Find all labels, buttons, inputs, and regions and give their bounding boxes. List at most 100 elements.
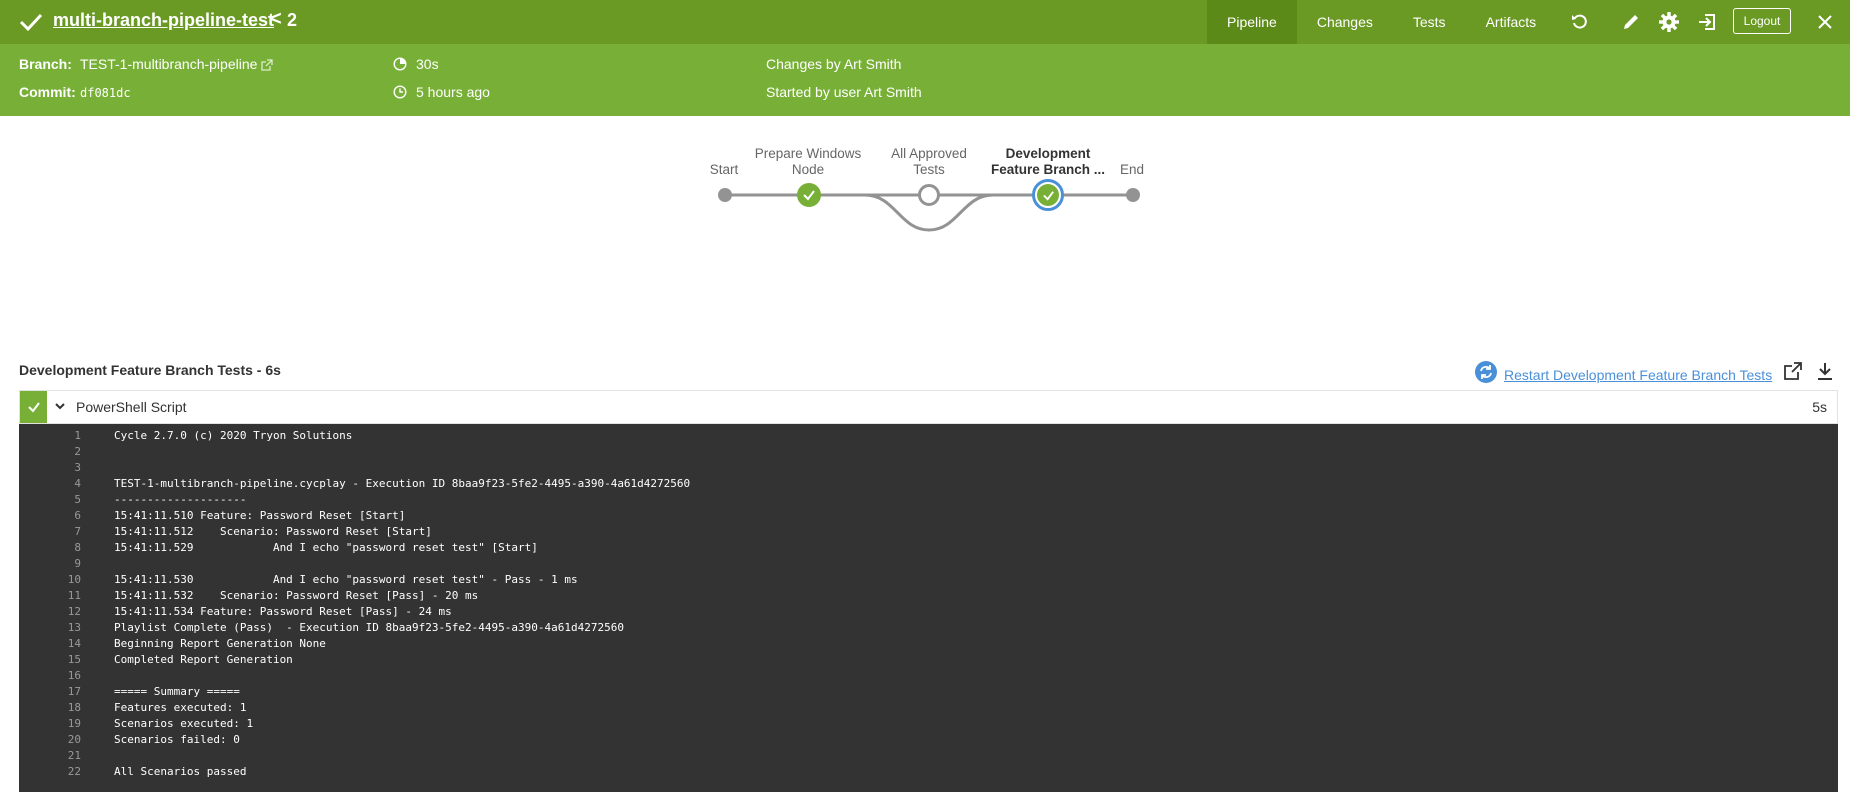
log-line: 7 15:41:11.512 Scenario: Password Reset […	[19, 524, 1838, 540]
log-line: 1 Cycle 2.7.0 (c) 2020 Tryon Solutions	[19, 428, 1838, 444]
commit-value: df081dc	[80, 86, 131, 100]
pipeline-title-link[interactable]: multi-branch-pipeline-test	[53, 10, 274, 31]
tab-pipeline[interactable]: Pipeline	[1207, 0, 1297, 44]
check-icon	[19, 13, 43, 32]
step-title: Development Feature Branch Tests - 6s	[19, 362, 281, 378]
external-link-icon[interactable]	[261, 58, 273, 74]
pipeline-graph: Start Prepare Windows Node All Approved …	[0, 116, 1850, 356]
clock-icon	[393, 85, 407, 102]
log-line-number[interactable]: 10	[19, 572, 81, 588]
run-number: 2	[287, 10, 298, 30]
chevron-down-icon[interactable]	[54, 399, 66, 418]
log-line-number[interactable]: 16	[19, 668, 81, 684]
log-line-number[interactable]: 1	[19, 428, 81, 444]
gear-icon[interactable]	[1656, 9, 1682, 35]
stage-node-start[interactable]	[718, 188, 732, 202]
log-line-number[interactable]: 7	[19, 524, 81, 540]
log-line-text	[81, 444, 114, 460]
close-icon[interactable]	[1812, 9, 1838, 35]
log-line: 12 15:41:11.534 Feature: Password Reset […	[19, 604, 1838, 620]
run-duration: 30s	[416, 56, 439, 72]
log-line: 14 Beginning Report Generation None	[19, 636, 1838, 652]
log-line-text	[81, 556, 114, 572]
log-line-number[interactable]: 13	[19, 620, 81, 636]
open-in-new-icon[interactable]	[1783, 361, 1803, 386]
header-tabs: Pipeline Changes Tests Artifacts	[1207, 0, 1556, 44]
log-line-number[interactable]: 17	[19, 684, 81, 700]
stage-node-development-feature-branch[interactable]	[1032, 179, 1064, 211]
log-line-text: Scenarios executed: 1	[114, 717, 254, 730]
log-line-text: 15:41:11.532 Scenario: Password Reset [P…	[114, 589, 479, 602]
log-line-number[interactable]: 4	[19, 476, 81, 492]
stage-label-development-feature-branch: Development Feature Branch ...	[990, 146, 1106, 177]
log-line-number[interactable]: 20	[19, 732, 81, 748]
log-line: 19 Scenarios executed: 1	[19, 716, 1838, 732]
log-line-number[interactable]: 14	[19, 636, 81, 652]
log-line-text: 15:41:11.512 Scenario: Password Reset [S…	[114, 525, 432, 538]
stage-node-end[interactable]	[1126, 188, 1140, 202]
replay-icon[interactable]	[1567, 9, 1593, 35]
commit-label: Commit:	[19, 84, 76, 100]
stage-node-all-approved-tests[interactable]	[918, 184, 940, 206]
log-line-number[interactable]: 3	[19, 460, 81, 476]
breadcrumb-separator: <	[270, 8, 282, 30]
success-check-icon	[20, 391, 47, 423]
changes-by: Changes by Art Smith	[766, 56, 902, 72]
log-line: 3	[19, 460, 1838, 476]
log-line-text: --------------------	[114, 493, 247, 506]
log-line-text: Cycle 2.7.0 (c) 2020 Tryon Solutions	[114, 429, 353, 442]
restart-stage-button[interactable]: Restart Development Feature Branch Tests	[1474, 360, 1772, 389]
download-icon[interactable]	[1816, 361, 1834, 386]
stage-label-end: End	[1119, 162, 1145, 177]
log-line-number[interactable]: 15	[19, 652, 81, 668]
log-line-number[interactable]: 12	[19, 604, 81, 620]
log-line: 5 --------------------	[19, 492, 1838, 508]
stage-label-all-approved-tests: All Approved Tests	[891, 146, 967, 177]
log-line: 11 15:41:11.532 Scenario: Password Reset …	[19, 588, 1838, 604]
log-line: 9	[19, 556, 1838, 572]
log-line-text	[81, 748, 114, 764]
log-line: 4 TEST-1-multibranch-pipeline.cycplay - E…	[19, 476, 1838, 492]
run-info-bar: Branch: TEST-1-multibranch-pipeline Comm…	[0, 44, 1850, 116]
log-line-number[interactable]: 6	[19, 508, 81, 524]
tab-changes[interactable]: Changes	[1297, 0, 1393, 44]
tab-tests[interactable]: Tests	[1393, 0, 1466, 44]
log-line: 22 All Scenarios passed	[19, 764, 1838, 780]
log-line: 16	[19, 668, 1838, 684]
log-line-text: Beginning Report Generation None	[114, 637, 326, 650]
restart-stage-link[interactable]: Restart Development Feature Branch Tests	[1504, 367, 1772, 383]
log-line-text	[81, 668, 114, 684]
log-line: 17 ===== Summary =====	[19, 684, 1838, 700]
log-line: 10 15:41:11.530 And I echo "password rese…	[19, 572, 1838, 588]
log-line-text: TEST-1-multibranch-pipeline.cycplay - Ex…	[114, 477, 691, 490]
log-line-number[interactable]: 21	[19, 748, 81, 764]
logout-button[interactable]: Logout	[1733, 8, 1791, 34]
log-line-text: 15:41:11.510 Feature: Password Reset [St…	[114, 509, 406, 522]
log-line-text: Features executed: 1	[114, 701, 247, 714]
log-line-number[interactable]: 22	[19, 764, 81, 780]
step-name: PowerShell Script	[76, 399, 187, 415]
log-line-number[interactable]: 8	[19, 540, 81, 556]
log-line: 13 Playlist Complete (Pass) - Execution I…	[19, 620, 1838, 636]
restart-icon	[1474, 360, 1498, 389]
log-line-text: 15:41:11.529 And I echo "password reset …	[114, 541, 538, 554]
exit-icon[interactable]	[1694, 9, 1720, 35]
tab-artifacts[interactable]: Artifacts	[1466, 0, 1557, 44]
log-line: 18 Features executed: 1	[19, 700, 1838, 716]
log-line-number[interactable]: 18	[19, 700, 81, 716]
log-line: 8 15:41:11.529 And I echo "password reset…	[19, 540, 1838, 556]
edit-icon[interactable]	[1618, 9, 1644, 35]
console-log: 1 Cycle 2.7.0 (c) 2020 Tryon Solutions 2 3 4…	[19, 424, 1838, 792]
log-line-number[interactable]: 9	[19, 556, 81, 572]
log-line-number[interactable]: 19	[19, 716, 81, 732]
log-line-number[interactable]: 11	[19, 588, 81, 604]
stage-node-prepare-windows-node[interactable]	[797, 183, 821, 207]
log-line: 2	[19, 444, 1838, 460]
log-line: 6 15:41:11.510 Feature: Password Reset [S…	[19, 508, 1838, 524]
step-panel-header[interactable]: PowerShell Script 5s	[19, 390, 1838, 424]
log-line-number[interactable]: 5	[19, 492, 81, 508]
top-bar: multi-branch-pipeline-test < 2 Pipeline …	[0, 0, 1850, 44]
run-time: 5 hours ago	[416, 84, 490, 100]
log-line-number[interactable]: 2	[19, 444, 81, 460]
log-line-text: ===== Summary =====	[114, 685, 240, 698]
